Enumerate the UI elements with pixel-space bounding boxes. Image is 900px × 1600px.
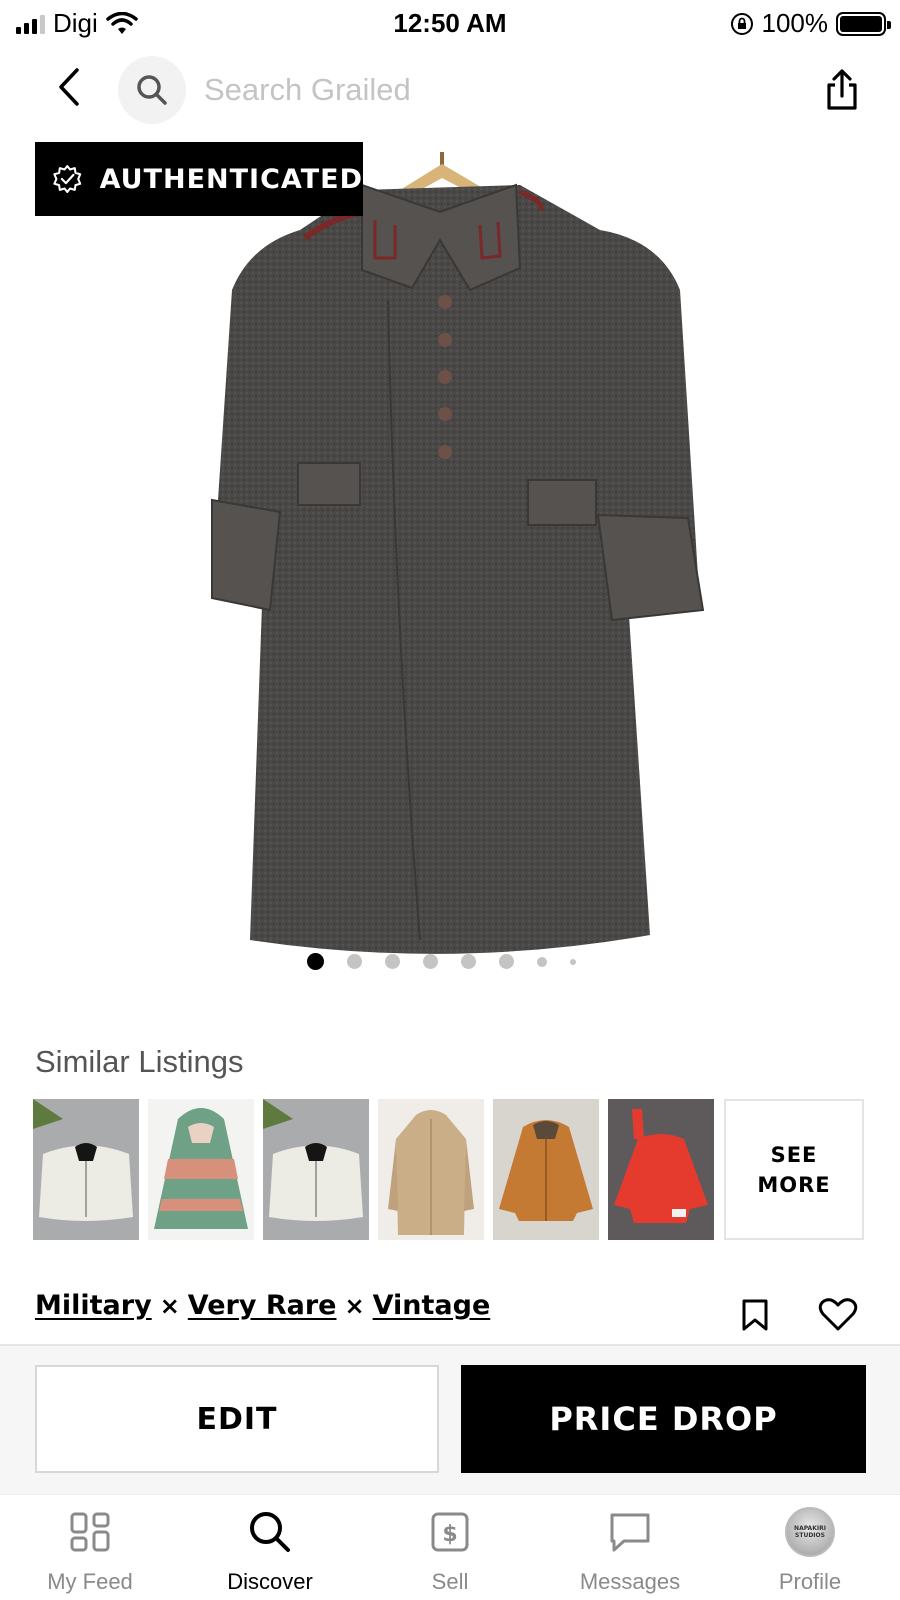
battery-icon (836, 11, 891, 36)
see-more-button[interactable]: SEE MORE (724, 1099, 864, 1240)
message-bubble-icon (610, 1513, 650, 1552)
tab-profile[interactable]: NAPAKIRI STUDIOS Profile (730, 1507, 890, 1595)
search-icon (250, 1512, 290, 1552)
similar-listing-thumb[interactable] (608, 1099, 714, 1240)
authenticated-label: AUTHENTICATED (99, 163, 363, 195)
status-right: 100% (730, 8, 891, 39)
similar-listings-title: Similar Listings (35, 1044, 244, 1079)
tab-label: Messages (579, 1569, 681, 1594)
search-input[interactable] (204, 72, 724, 108)
carousel-dot[interactable] (570, 958, 576, 965)
carousel-dot[interactable] (537, 956, 547, 967)
verified-badge-icon (53, 165, 82, 193)
battery-percent: 100% (761, 8, 829, 38)
tab-messages[interactable]: Messages (550, 1507, 710, 1595)
tab-bar: My Feed Discover $ Sell Messages NAPAKIR… (0, 1494, 900, 1600)
similar-listings-row: SEE MORE (33, 1099, 864, 1240)
similar-listing-thumb[interactable] (263, 1099, 369, 1240)
designer-link-vintage[interactable]: Vintage (373, 1290, 491, 1321)
avatar: NAPAKIRI STUDIOS (785, 1507, 835, 1557)
tab-label: My Feed (47, 1569, 133, 1594)
back-button[interactable] (46, 64, 92, 110)
tab-my-feed[interactable]: My Feed (10, 1507, 170, 1595)
designer-link-military[interactable]: Military (35, 1290, 152, 1321)
carousel-dot[interactable] (385, 954, 400, 969)
save-button[interactable] (740, 1298, 770, 1332)
edit-button[interactable]: EDIT (35, 1365, 439, 1473)
tab-label: Sell (431, 1569, 469, 1594)
tab-sell[interactable]: $ Sell (370, 1507, 530, 1595)
feed-grid-icon (70, 1512, 110, 1552)
authenticated-badge: AUTHENTICATED (35, 142, 363, 216)
heart-icon (818, 1298, 858, 1331)
tab-label: Profile (778, 1569, 842, 1594)
search-icon (137, 75, 167, 105)
price-drop-button[interactable]: PRICE DROP (461, 1365, 866, 1473)
share-icon (827, 69, 857, 110)
top-nav (0, 50, 900, 130)
svg-text:$: $ (442, 1522, 457, 1547)
action-bar: EDIT PRICE DROP (0, 1344, 900, 1494)
carousel-dot[interactable] (461, 954, 476, 969)
favorite-button[interactable] (818, 1298, 858, 1332)
status-bar: Digi 12:50 AM 100% (0, 0, 900, 46)
chevron-left-icon (59, 68, 79, 106)
tab-label: Discover (227, 1569, 313, 1594)
carousel-dot[interactable] (307, 953, 324, 970)
bookmark-icon (742, 1299, 768, 1331)
carousel-dot[interactable] (423, 954, 438, 969)
tab-discover[interactable]: Discover (190, 1507, 350, 1595)
similar-listing-thumb[interactable] (148, 1099, 254, 1240)
search-bar[interactable] (118, 56, 738, 124)
designer-separator: × (344, 1291, 365, 1320)
carousel-dots[interactable] (307, 953, 599, 970)
orientation-lock-icon (730, 12, 753, 35)
carousel-dot[interactable] (499, 954, 514, 969)
dollar-tag-icon: $ (431, 1512, 469, 1552)
designer-separator: × (159, 1291, 180, 1320)
product-photo (211, 152, 705, 954)
similar-listing-thumb[interactable] (493, 1099, 599, 1240)
search-icon-wrap[interactable] (118, 56, 186, 124)
carousel-dot[interactable] (347, 954, 362, 969)
share-button[interactable] (820, 66, 864, 114)
similar-listing-thumb[interactable] (33, 1099, 139, 1240)
designer-links: Military × Very Rare × Vintage (35, 1290, 490, 1321)
similar-listing-thumb[interactable] (378, 1099, 484, 1240)
designer-link-very-rare[interactable]: Very Rare (188, 1290, 337, 1321)
product-photo-carousel[interactable]: AUTHENTICATED (0, 140, 900, 990)
